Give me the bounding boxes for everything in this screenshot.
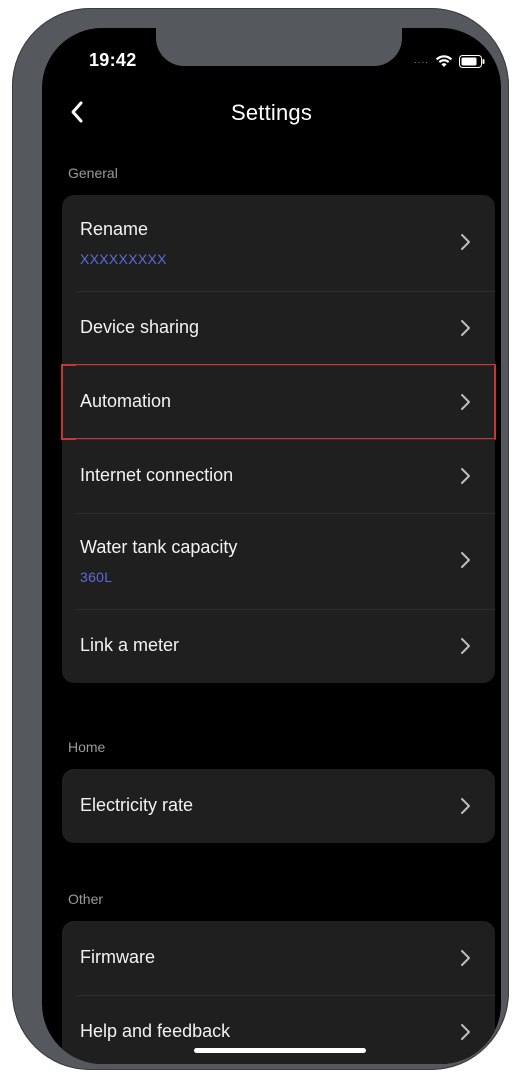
internet-connection-label: Internet connection: [80, 465, 234, 485]
home-settings-group: Electricity rate: [62, 769, 495, 843]
phone-screen: 19:42 .... Settings General Rename XXXXX…: [42, 28, 501, 1064]
section-header-home: Home: [68, 739, 106, 755]
section-header-general: General: [68, 165, 118, 181]
page-title: Settings: [230, 100, 313, 125]
signal-dots: ....: [413, 55, 429, 66]
chevron-right-icon: [459, 637, 471, 655]
chevron-right-icon: [459, 797, 471, 815]
water-tank-capacity-label: Water tank capacity: [80, 537, 238, 557]
general-settings-group: Rename XXXXXXXXX Device sharing Automati…: [61, 195, 496, 683]
rename-label: Rename: [80, 219, 149, 239]
chevron-right-icon: [459, 1023, 471, 1041]
status-icons: ....: [414, 54, 485, 68]
nav-bar: Settings: [42, 92, 501, 132]
device-sharing-row[interactable]: Device sharing: [62, 291, 495, 365]
chevron-right-icon: [459, 551, 471, 569]
chevron-right-icon: [459, 949, 471, 967]
chevron-right-icon: [459, 319, 471, 337]
firmware-row[interactable]: Firmware: [62, 921, 495, 995]
electricity-rate-label: Electricity rate: [80, 795, 194, 815]
water-tank-capacity-row[interactable]: Water tank capacity 360L: [62, 513, 495, 609]
other-settings-group: Firmware Help and feedback: [62, 921, 495, 1064]
chevron-right-icon: [459, 393, 471, 411]
battery-icon: [459, 54, 485, 68]
status-time: 19:42: [89, 50, 137, 70]
phone-frame: 19:42 .... Settings General Rename XXXXX…: [12, 8, 509, 1070]
link-meter-label: Link a meter: [80, 635, 180, 655]
wifi-icon: [435, 54, 453, 68]
help-feedback-label: Help and feedback: [80, 1021, 231, 1041]
firmware-label: Firmware: [80, 947, 155, 967]
section-header-other: Other: [68, 891, 104, 907]
help-feedback-row[interactable]: Help and feedback: [62, 995, 495, 1064]
chevron-right-icon: [459, 467, 471, 485]
device-sharing-label: Device sharing: [80, 317, 200, 337]
rename-value: XXXXXXXXX: [80, 251, 167, 267]
automation-row[interactable]: Automation: [61, 364, 496, 440]
chevron-right-icon: [459, 233, 471, 251]
link-meter-row[interactable]: Link a meter: [62, 609, 495, 683]
water-tank-capacity-value: 360L: [80, 569, 113, 585]
home-indicator[interactable]: [194, 1048, 366, 1053]
automation-label: Automation: [80, 391, 172, 411]
notch: [156, 28, 402, 66]
internet-connection-row[interactable]: Internet connection: [62, 439, 495, 513]
electricity-rate-row[interactable]: Electricity rate: [62, 769, 495, 843]
rename-row[interactable]: Rename XXXXXXXXX: [62, 195, 495, 291]
